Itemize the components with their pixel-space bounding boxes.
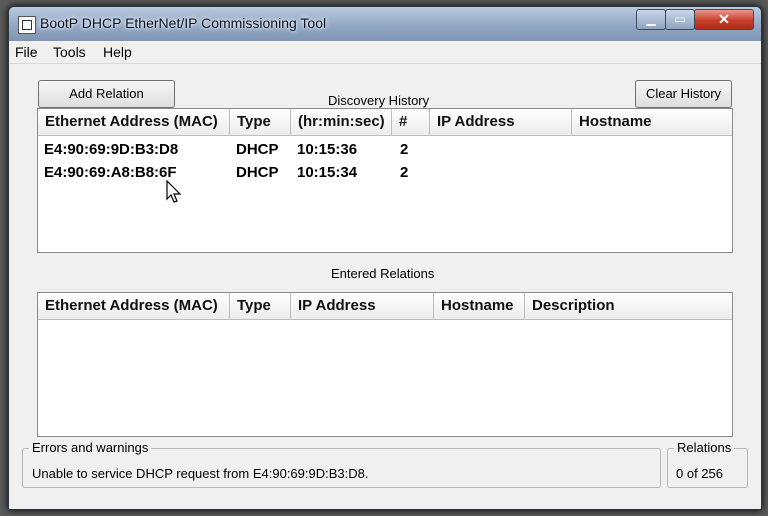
title-bar[interactable]: BootP DHCP EtherNet/IP Commissioning Too…	[9, 7, 761, 41]
errors-label: Errors and warnings	[29, 440, 152, 455]
relations-label: Relations	[674, 440, 735, 455]
close-button[interactable]: ✕	[694, 9, 754, 30]
col-ip-address[interactable]: IP Address	[291, 293, 434, 319]
menu-file[interactable]: File	[15, 44, 38, 60]
mouse-cursor-icon	[166, 180, 182, 203]
cell-type: DHCP	[236, 141, 279, 158]
entered-relations-title: Entered Relations	[331, 266, 435, 281]
col-mac[interactable]: Ethernet Address (MAC)	[38, 293, 230, 319]
clear-history-button[interactable]: Clear History	[635, 80, 732, 108]
col-description[interactable]: Description	[525, 293, 732, 319]
errors-text: Unable to service DHCP request from E4:9…	[32, 466, 369, 481]
col-time[interactable]: (hr:min:sec)	[291, 109, 392, 135]
maximize-icon: ▭	[674, 12, 686, 26]
app-window: BootP DHCP EtherNet/IP Commissioning Too…	[8, 6, 762, 510]
app-icon[interactable]	[18, 16, 36, 34]
table-row[interactable]: E4:90:69:A8:B8:6F DHCP 10:15:34 2	[38, 162, 732, 184]
relations-count: 0 of 256	[676, 466, 723, 481]
window-title: BootP DHCP EtherNet/IP Commissioning Too…	[40, 15, 327, 31]
cell-time: 10:15:34	[297, 164, 358, 181]
cell-type: DHCP	[236, 164, 279, 181]
col-type[interactable]: Type	[230, 293, 291, 319]
cell-count: 2	[400, 141, 409, 158]
minimize-icon: ▁	[646, 12, 656, 26]
discovery-history-list[interactable]: Ethernet Address (MAC) Type (hr:min:sec)…	[37, 108, 733, 253]
relations-header: Ethernet Address (MAC) Type IP Address H…	[38, 293, 732, 320]
relations-group: Relations 0 of 256	[667, 440, 748, 488]
table-row[interactable]: E4:90:69:9D:B3:D8 DHCP 10:15:36 2	[38, 139, 732, 161]
entered-relations-list[interactable]: Ethernet Address (MAC) Type IP Address H…	[37, 292, 733, 437]
col-count[interactable]: #	[392, 109, 430, 135]
add-relation-button[interactable]: Add Relation	[38, 80, 175, 108]
col-hostname[interactable]: Hostname	[434, 293, 525, 319]
discovery-header: Ethernet Address (MAC) Type (hr:min:sec)…	[38, 109, 732, 136]
menu-tools[interactable]: Tools	[53, 44, 86, 60]
col-type[interactable]: Type	[230, 109, 291, 135]
col-hostname[interactable]: Hostname	[572, 109, 732, 135]
close-icon: ✕	[718, 11, 730, 27]
menu-bar: File Tools Help	[9, 41, 761, 64]
col-ip-address[interactable]: IP Address	[430, 109, 572, 135]
col-mac[interactable]: Ethernet Address (MAC)	[38, 109, 230, 135]
maximize-button[interactable]: ▭	[665, 9, 695, 30]
minimize-button[interactable]: ▁	[636, 9, 666, 30]
errors-and-warnings-group: Errors and warnings Unable to service DH…	[22, 440, 661, 488]
cell-count: 2	[400, 164, 409, 181]
cell-time: 10:15:36	[297, 141, 358, 158]
menu-help[interactable]: Help	[103, 44, 132, 60]
cell-mac: E4:90:69:A8:B8:6F	[44, 164, 177, 181]
cell-mac: E4:90:69:9D:B3:D8	[44, 141, 179, 158]
client-area: Add Relation Discovery History Clear His…	[9, 64, 761, 509]
discovery-history-title: Discovery History	[328, 93, 430, 108]
